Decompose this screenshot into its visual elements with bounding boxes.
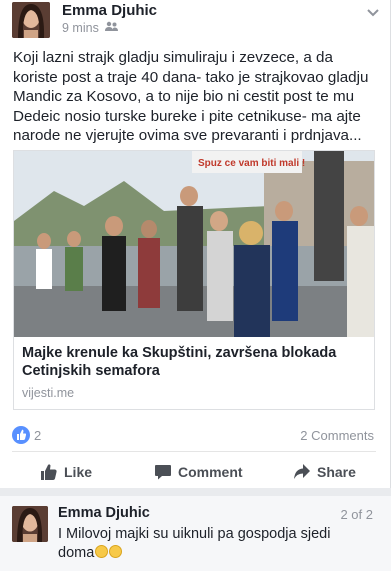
link-domain: vijesti.me <box>22 386 75 400</box>
link-preview-card[interactable]: Spuz ce vam biti mali ! Majke krenule ka… <box>13 150 375 410</box>
like-button[interactable]: Like <box>40 463 92 481</box>
actions-divider <box>12 451 376 452</box>
link-preview-image[interactable]: Spuz ce vam biti mali ! <box>14 151 374 337</box>
share-button[interactable]: Share <box>293 463 356 481</box>
laughing-emoji-icon <box>109 545 123 558</box>
like-label: Like <box>64 464 93 480</box>
comment-bubble-icon <box>155 465 171 480</box>
chevron-down-icon[interactable] <box>364 4 382 22</box>
post-header: Emma Djuhic 9 mins <box>12 2 379 42</box>
post-text: Koji lazni strajk gladju simuliraju i ze… <box>13 49 369 145</box>
thumbs-up-icon <box>41 464 57 480</box>
author-name[interactable]: Emma Djuhic <box>62 2 157 19</box>
commenter-name[interactable]: Emma Djuhic <box>58 505 150 521</box>
action-bar: Like Comment Share <box>0 455 391 487</box>
share-arrow-icon <box>294 464 310 479</box>
protest-banner-text: Spuz ce vam biti mali ! <box>198 158 305 169</box>
post-card: Emma Djuhic 9 mins Koji lazni strajk gla… <box>0 0 391 488</box>
comment-button[interactable]: Comment <box>154 463 243 481</box>
like-reaction-icon[interactable] <box>12 426 30 444</box>
comments-count[interactable]: 2 Comments <box>300 428 374 443</box>
comment-text: I Milovoj majki su uiknuli pa gospodja s… <box>58 525 358 563</box>
comment-label: Comment <box>178 464 243 480</box>
comment-item: Emma Djuhic 2 of 2 I Milovoj majki su ui… <box>0 496 391 571</box>
reactions-count[interactable]: 2 <box>34 428 41 443</box>
share-label: Share <box>317 464 356 480</box>
friends-icon <box>104 21 118 35</box>
comment-counter: 2 of 2 <box>340 507 373 522</box>
post-stats: 2 2 Comments <box>12 426 374 446</box>
author-avatar[interactable] <box>12 2 50 38</box>
laughing-emoji-icon <box>95 545 109 558</box>
link-title[interactable]: Majke krenule ka Skupštini, završena blo… <box>22 344 368 380</box>
post-meta: 9 mins <box>62 21 118 35</box>
commenter-avatar[interactable] <box>12 506 48 542</box>
post-time[interactable]: 9 mins <box>62 21 99 35</box>
